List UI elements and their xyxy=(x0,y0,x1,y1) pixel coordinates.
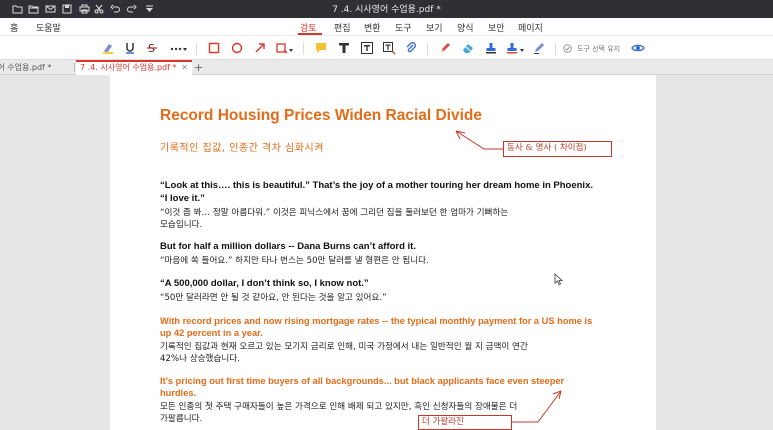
article-subtitle: 기록적인 집값, 인종간 격차 심화시켜 xyxy=(160,143,324,154)
toolbar-divider xyxy=(303,42,304,55)
tab-document-2-label: 7 .4. 시사영어 수업용.pdf * xyxy=(80,63,177,72)
textbox-icon[interactable] xyxy=(359,40,375,56)
tab-tools[interactable]: 도구 xyxy=(395,21,412,34)
paragraph-2-korean: “마음에 쏙 들어요.” 하지만 타나 번스는 50만 달러를 낼 형편은 안 … xyxy=(160,256,429,266)
paragraph-2-english: But for half a million dollars -- Dana B… xyxy=(160,241,416,252)
annotation-callout-1-text: 동사 & 명사 ( 차이점) xyxy=(507,143,587,153)
underline-icon[interactable] xyxy=(122,40,138,56)
keep-tool-selected-label[interactable]: 도구 선택 유지 xyxy=(577,44,620,54)
tab-forms[interactable]: 양식 xyxy=(457,21,474,34)
paragraph-1-korean-line-1: “이것 좀 봐… 정말 아름다워.” 이것은 피닉스에서 꿈에 그리던 집을 둘… xyxy=(160,208,509,218)
tab-document-2[interactable]: 7 .4. 시사영어 수업용.pdf * ✕ xyxy=(76,60,192,75)
paragraph-5-korean-line-1: 모든 인종의 첫 주택 구매자들이 높은 가격으로 인해 배제 되고 있지만, … xyxy=(160,402,518,412)
annotation-callout-2-text: 더 가팔라진 xyxy=(422,417,464,427)
tab-convert[interactable]: 변환 xyxy=(364,21,381,34)
eraser-icon[interactable] xyxy=(460,40,476,56)
sticky-note-icon[interactable] xyxy=(313,40,329,56)
title-bar: 7 .4. 시사영어 수업용.pdf * xyxy=(0,0,773,18)
stamp-dropdown-icon[interactable] xyxy=(505,40,527,56)
tab-view[interactable]: 보기 xyxy=(426,21,443,34)
rectangle-icon[interactable] xyxy=(206,40,222,56)
tab-document-1-label: 영어 수업용.pdf * xyxy=(0,63,52,72)
sign-pen-icon[interactable] xyxy=(531,40,547,56)
paragraph-5-english-line-2: hurdles. xyxy=(160,388,197,398)
toolbar-divider xyxy=(427,42,428,55)
eye-icon[interactable] xyxy=(630,40,646,56)
article-title: Record Housing Prices Widen Racial Divid… xyxy=(160,107,483,124)
attachment-icon[interactable] xyxy=(403,40,419,56)
paragraph-5-english-line-1: It’s pricing out first time buyers of al… xyxy=(160,376,565,386)
pdf-page[interactable]: Record Housing Prices Widen Racial Divid… xyxy=(110,75,656,430)
arrow-icon[interactable] xyxy=(252,40,268,56)
shape-dropdown-icon[interactable] xyxy=(275,40,295,56)
paragraph-4-korean-line-1: 기록적인 집값과 현재 오르고 있는 모기지 금리로 인해, 미국 가정에서 내… xyxy=(160,342,528,352)
paragraph-1-english-line-1: “Look at this…. this is beautiful.” That… xyxy=(160,180,593,191)
annotation-callout-1[interactable]: 동사 & 명사 ( 차이점) xyxy=(503,141,612,157)
active-tab-indicator xyxy=(298,33,322,35)
paragraph-1-korean-line-2: 모습입니다. xyxy=(160,220,203,230)
paragraph-4-korean-line-2: 42%나 상승했습니다. xyxy=(160,354,240,364)
more-text-markup-icon[interactable] xyxy=(168,40,190,56)
document-tab-bar: 영어 수업용.pdf * 7 .4. 시사영어 수업용.pdf * ✕ + xyxy=(0,60,773,75)
keep-tool-selected-checkbox-icon[interactable] xyxy=(562,40,572,56)
paragraph-4-english-line-1: With record prices and now rising mortga… xyxy=(160,316,593,326)
tab-pages[interactable]: 페이지 xyxy=(518,21,543,34)
circle-icon[interactable] xyxy=(229,40,245,56)
paragraph-3-english: “A 500,000 dollar, I don’t think so, I k… xyxy=(160,278,369,289)
paragraph-4-english-line-2: up 42 percent in a year. xyxy=(160,328,263,338)
tab-security[interactable]: 보안 xyxy=(488,21,505,34)
menu-bar: 홈 도움말 검토 편집 변환 도구 보기 양식 보안 페이지 xyxy=(0,18,773,36)
document-viewport[interactable]: Record Housing Prices Widen Racial Divid… xyxy=(0,75,773,430)
callout-icon[interactable] xyxy=(381,40,397,56)
close-icon[interactable]: ✕ xyxy=(181,62,188,74)
review-toolbar: S 도구 선택 xyxy=(0,36,773,60)
paragraph-3-korean: “50만 달러라면 안 될 것 같아요, 안 된다는 것을 알고 있어요.” xyxy=(160,293,387,303)
tab-separator xyxy=(74,63,75,72)
tab-document-1[interactable]: 영어 수업용.pdf * xyxy=(0,60,74,75)
strikethrough-icon[interactable]: S xyxy=(144,40,160,56)
tab-edit[interactable]: 편집 xyxy=(334,21,351,34)
window-title: 7 .4. 시사영어 수업용.pdf * xyxy=(332,5,441,15)
paragraph-1-english-line-2: “I love it.” xyxy=(160,193,205,204)
menu-help[interactable]: 도움말 xyxy=(36,21,61,34)
annotation-callout-2[interactable]: 더 가팔라진 xyxy=(418,415,512,430)
add-tab-icon[interactable]: + xyxy=(194,60,203,75)
toolbar-divider xyxy=(555,42,556,55)
stamp-icon[interactable] xyxy=(483,40,499,56)
pencil-icon[interactable] xyxy=(437,40,453,56)
highlight-pen-icon[interactable] xyxy=(100,40,116,56)
typewriter-icon[interactable] xyxy=(336,40,352,56)
paragraph-5-korean-line-2: 가팔릅니다. xyxy=(160,414,203,424)
menu-home[interactable]: 홈 xyxy=(10,21,18,34)
toolbar-divider xyxy=(196,42,197,55)
